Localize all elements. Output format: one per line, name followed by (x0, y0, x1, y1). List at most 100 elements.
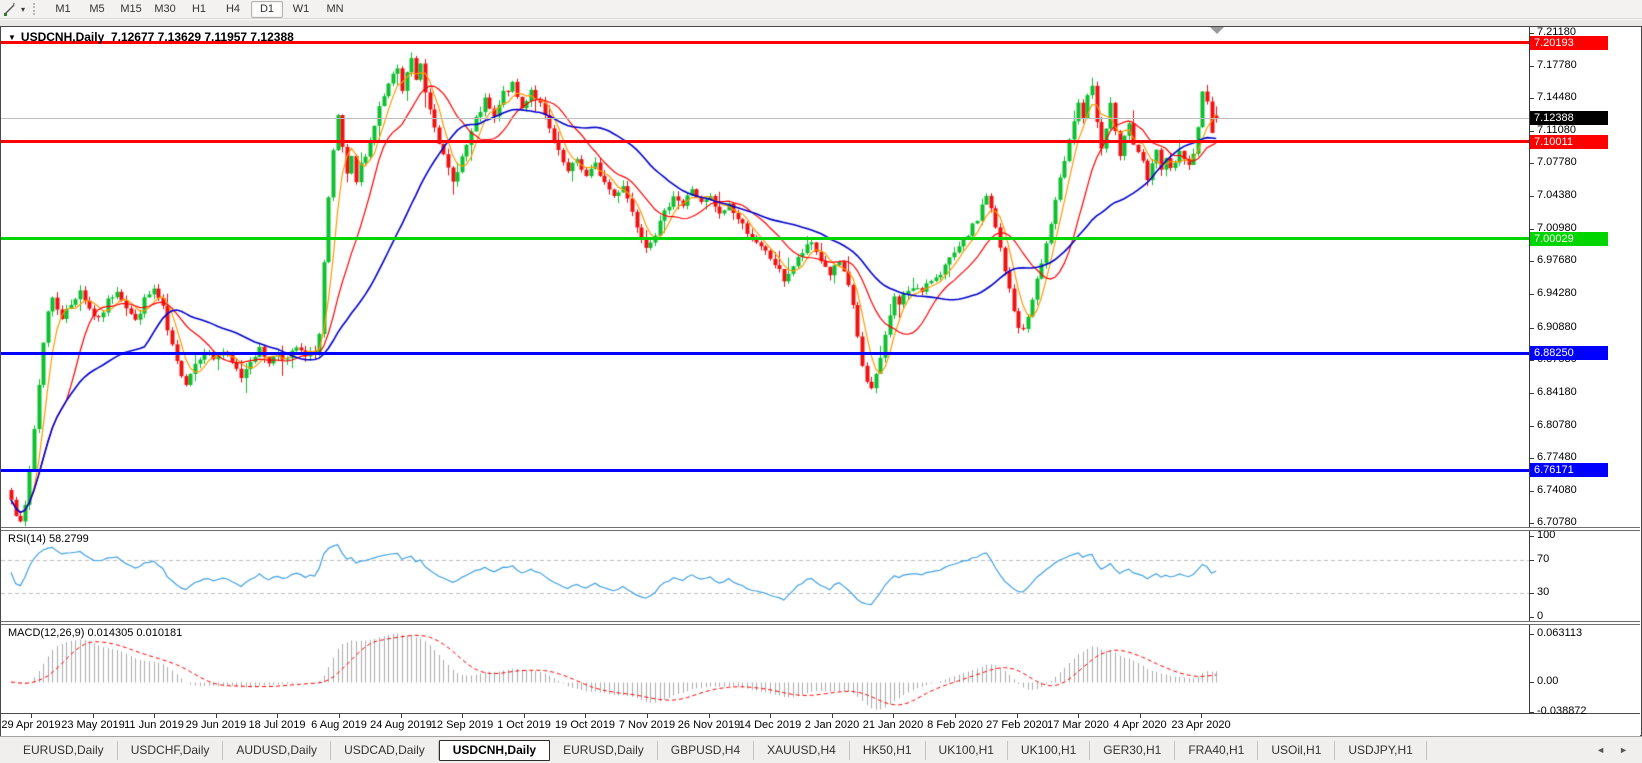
date-axis-tick (339, 714, 340, 718)
symbol-tab-xauusd-h4[interactable]: XAUUSD,H4 (754, 741, 850, 760)
date-axis-label: 11 Jun 2019 (124, 719, 184, 731)
symbol-tab-eurusd-daily[interactable]: EURUSD,Daily (10, 741, 118, 760)
date-axis-tick (401, 714, 402, 718)
chart-shift-marker[interactable] (1210, 27, 1224, 34)
date-axis[interactable]: 29 Apr 201923 May 201911 Jun 201929 Jun … (1, 713, 1640, 736)
date-axis-label: 17 Mar 2020 (1047, 719, 1109, 731)
timeframe-toolbar: ▾ M1M5M15M30H1H4D1W1MN (0, 0, 1642, 19)
date-axis-label: 2 Jan 2020 (805, 719, 859, 731)
pane-splitter[interactable] (1, 527, 1640, 531)
symbol-tab-usoil-h1[interactable]: USOil,H1 (1258, 741, 1335, 760)
symbol-tab-hk50-h1[interactable]: HK50,H1 (850, 741, 926, 760)
axis-tick (1529, 682, 1534, 683)
axis-tick-label: 6.80780 (1537, 419, 1577, 431)
axis-tick (1529, 523, 1534, 524)
rsi-pane[interactable]: RSI(14) 58.2799 (1, 531, 1640, 621)
axis-tick (1529, 98, 1534, 99)
rsi-chart-canvas[interactable] (1, 531, 1529, 621)
rsi-label: RSI(14) 58.2799 (8, 533, 89, 545)
date-axis-tick (709, 714, 710, 718)
pane-splitter[interactable] (1, 621, 1640, 625)
toolbar-grip[interactable] (33, 3, 38, 15)
date-axis-label: 24 Aug 2019 (370, 719, 432, 731)
timeframe-button-m30[interactable]: M30 (149, 1, 181, 18)
date-axis-tick (585, 714, 586, 718)
tab-scroll-controls: ◄ ► (1596, 744, 1628, 756)
timeframe-button-m1[interactable]: M1 (47, 1, 79, 18)
axis-tick (1529, 426, 1534, 427)
symbol-tab-audusd-daily[interactable]: AUDUSD,Daily (223, 741, 331, 760)
timeframe-button-h4[interactable]: H4 (217, 1, 249, 18)
date-axis-tick (1201, 714, 1202, 718)
axis-tick-label: 6.97680 (1537, 254, 1577, 266)
symbol-tab-usdchf-daily[interactable]: USDCHF,Daily (118, 741, 224, 760)
date-axis-tick (955, 714, 956, 718)
date-axis-label: 18 Jul 2019 (249, 719, 306, 731)
axis-tick-label: 7.07780 (1537, 156, 1577, 168)
chart-menu-icon[interactable]: ▼ (8, 33, 16, 42)
date-axis-label: 1 Oct 2019 (497, 719, 551, 731)
date-axis-label: 7 Nov 2019 (619, 719, 675, 731)
price-pane[interactable]: ▼USDCNH,Daily 7.12677 7.13629 7.11957 7.… (1, 27, 1640, 527)
date-axis-label: 23 Apr 2020 (1171, 719, 1230, 731)
date-axis-label: 29 Apr 2019 (1, 719, 60, 731)
axis-tick (1529, 593, 1534, 594)
level-price-label: 6.76171 (1530, 463, 1608, 477)
symbol-tab-usdcad-daily[interactable]: USDCAD,Daily (331, 741, 439, 760)
axis-tick-label: 70 (1537, 553, 1549, 565)
macd-chart-canvas[interactable] (1, 625, 1529, 713)
timeframe-button-m5[interactable]: M5 (81, 1, 113, 18)
symbol-tab-uk100-h1[interactable]: UK100,H1 (926, 741, 1008, 760)
timeframe-button-h1[interactable]: H1 (183, 1, 215, 18)
axis-tick-label: 30 (1537, 586, 1549, 598)
symbol-tab-ger30-h1[interactable]: GER30,H1 (1090, 741, 1175, 760)
date-axis-tick (770, 714, 771, 718)
axis-tick-label: 6.77480 (1537, 451, 1577, 463)
symbol-tab-eurusd-daily[interactable]: EURUSD,Daily (550, 741, 658, 760)
axis-tick-label: 0.00 (1537, 675, 1558, 687)
date-axis-tick (31, 714, 32, 718)
date-axis-label: 14 Dec 2019 (739, 719, 801, 731)
axis-tick (1529, 294, 1534, 295)
horizontal-level-line-6.76171[interactable] (1, 469, 1529, 472)
horizontal-level-line-7.00029[interactable] (1, 237, 1529, 240)
symbol-tab-uk100-h1[interactable]: UK100,H1 (1008, 741, 1090, 760)
timeframe-button-d1[interactable]: D1 (251, 1, 283, 18)
axis-tick (1529, 617, 1534, 618)
axis-tick (1529, 33, 1534, 34)
cursor-tool-icon[interactable] (3, 2, 19, 16)
date-axis-label: 12 Sep 2019 (431, 719, 493, 731)
date-axis-tick (893, 714, 894, 718)
chart-title: ▼USDCNH,Daily 7.12677 7.13629 7.11957 7.… (8, 30, 294, 44)
axis-tick-label: 6.84180 (1537, 386, 1577, 398)
cursor-tool-dropdown-icon[interactable]: ▾ (21, 5, 25, 14)
candlestick-chart-canvas[interactable] (1, 27, 1529, 527)
symbol-tab-usdjpy-h1[interactable]: USDJPY,H1 (1335, 741, 1426, 760)
symbol-tab-gbpusd-h4[interactable]: GBPUSD,H4 (658, 741, 754, 760)
axis-tick (1529, 360, 1534, 361)
tab-scroll-right-icon[interactable]: ► (1619, 744, 1628, 756)
date-axis-tick (1078, 714, 1079, 718)
date-axis-tick (1017, 714, 1018, 718)
symbol-tab-fra40-h1[interactable]: FRA40,H1 (1175, 741, 1258, 760)
axis-tick (1529, 458, 1534, 459)
symbol-tab-usdcnh-daily[interactable]: USDCNH,Daily (439, 740, 550, 761)
macd-pane[interactable]: MACD(12,26,9) 0.014305 0.010181 (1, 625, 1640, 713)
timeframe-button-m15[interactable]: M15 (115, 1, 147, 18)
timeframe-buttons: M1M5M15M30H1H4D1W1MN (46, 1, 352, 18)
axis-tick-label: 7.14480 (1537, 91, 1577, 103)
date-axis-label: 8 Feb 2020 (927, 719, 983, 731)
chart-window: ▼USDCNH,Daily 7.12677 7.13629 7.11957 7.… (0, 26, 1642, 736)
timeframe-button-mn[interactable]: MN (319, 1, 351, 18)
axis-tick (1529, 393, 1534, 394)
axis-tick (1529, 491, 1534, 492)
axis-tick-label: -0.038872 (1537, 705, 1587, 717)
date-axis-label: 6 Aug 2019 (311, 719, 367, 731)
date-axis-label: 23 May 2019 (61, 719, 125, 731)
timeframe-button-w1[interactable]: W1 (285, 1, 317, 18)
horizontal-level-line-7.10011[interactable] (1, 140, 1529, 143)
date-axis-tick (277, 714, 278, 718)
trading-platform-screen: ▾ M1M5M15M30H1H4D1W1MN ▼USDCNH,Daily 7.1… (0, 0, 1642, 763)
horizontal-level-line-6.88250[interactable] (1, 352, 1529, 355)
tab-scroll-left-icon[interactable]: ◄ (1596, 744, 1605, 756)
